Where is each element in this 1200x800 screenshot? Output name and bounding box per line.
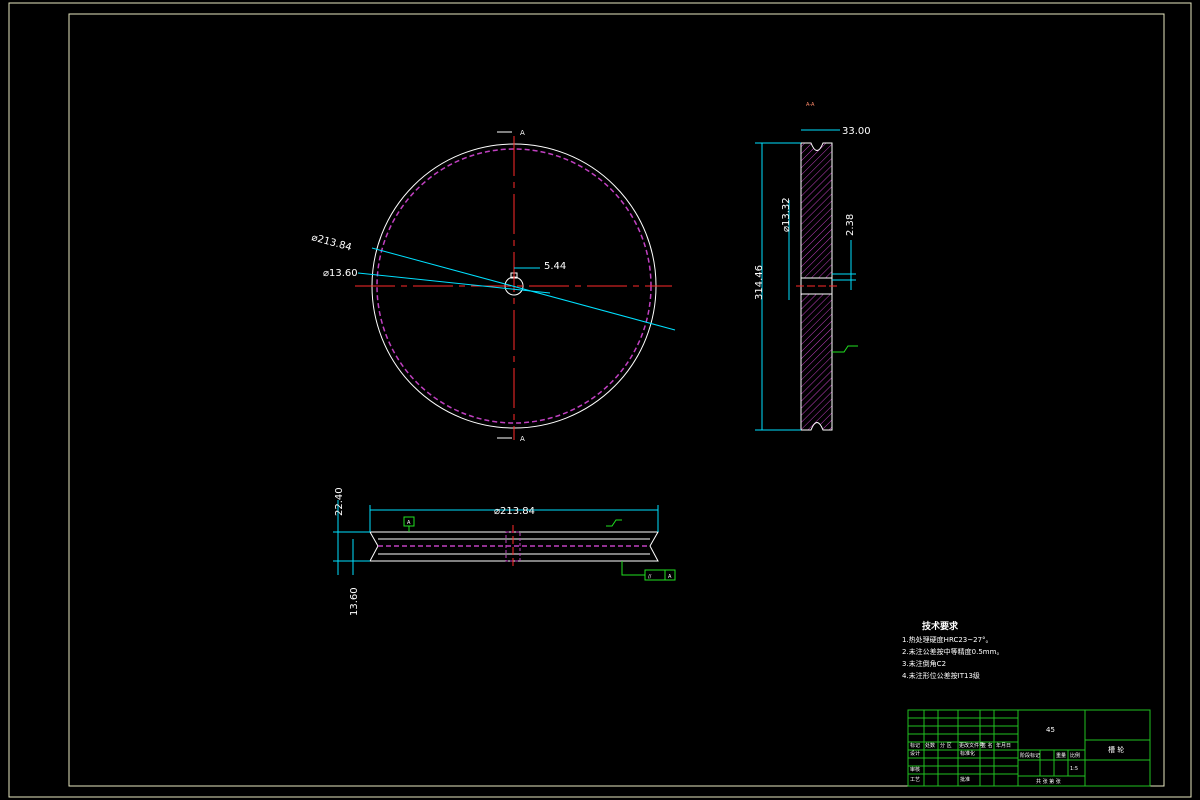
top-diameter-label: ⌀213.84 bbox=[494, 506, 535, 517]
top-total-height-label: 22.40 bbox=[334, 487, 345, 516]
tb-label-zone: 分 区 bbox=[940, 742, 952, 749]
section-view: A-A 33.00 314.46 ⌀13.32 2.38 bbox=[754, 102, 871, 431]
note-line-1: 1.热处理硬度HRC23~27°。 bbox=[902, 635, 993, 644]
width-label: 33.00 bbox=[842, 126, 871, 137]
note-line-2: 2.未注公差按中等精度0.5mm。 bbox=[902, 647, 1003, 656]
bore-diameter-label: ⌀13.60 bbox=[323, 268, 358, 279]
inner-frame bbox=[68, 13, 1165, 787]
height-label: 314.46 bbox=[754, 265, 765, 300]
top-surface-finish bbox=[606, 519, 622, 527]
notes-title: 技术要求 bbox=[922, 620, 959, 632]
key-depth-label: 2.38 bbox=[845, 214, 856, 236]
surface-finish-mark bbox=[832, 345, 858, 353]
tolerance-leader bbox=[621, 561, 645, 576]
tb-label-stage: 阶段标记 bbox=[1020, 752, 1040, 759]
datum-label: A bbox=[407, 520, 411, 526]
tb-label-mark: 标记 bbox=[910, 742, 920, 749]
bore-diameter-leader bbox=[357, 272, 551, 294]
tb-label-weight: 重量 bbox=[1056, 752, 1066, 759]
tb-label-sign: 签 名 bbox=[981, 742, 993, 749]
section-bore bbox=[800, 277, 833, 295]
title-block: 标记 处数 分 区 更改文件号 签 名 年月日 设计 标准化 审核 工艺 批准 … bbox=[907, 709, 1151, 787]
key-width-label: 5.44 bbox=[544, 261, 566, 272]
tb-label-review: 审核 bbox=[910, 766, 920, 773]
outer-frame bbox=[8, 2, 1192, 798]
top-bore-height-label: 13.60 bbox=[349, 587, 360, 616]
tb-label-date: 年月日 bbox=[996, 742, 1011, 749]
tb-label-process: 工艺 bbox=[910, 777, 920, 783]
tb-label-ratio: 比例 bbox=[1070, 752, 1080, 759]
outer-diameter-label: ⌀213.84 bbox=[310, 232, 352, 253]
note-line-4: 4.未注形位公差按IT13级 bbox=[902, 671, 980, 680]
tb-material: 45 bbox=[1046, 726, 1055, 734]
tb-label-design: 设计 bbox=[910, 750, 920, 757]
tb-label-standard: 标准化 bbox=[960, 750, 975, 757]
outer-diameter-leader bbox=[371, 247, 676, 331]
section-title: A-A bbox=[806, 102, 815, 108]
section-upper-body bbox=[800, 142, 833, 279]
tb-label-approve: 批准 bbox=[960, 776, 970, 783]
tolerance-datum: A bbox=[668, 574, 672, 580]
cad-drawing: A A ⌀213.84 ⌀13.60 5.44 A-A 33.00 314.46… bbox=[8, 2, 1192, 798]
tb-part-name: 槽 轮 bbox=[1108, 745, 1124, 754]
tb-label-count: 处数 bbox=[925, 742, 935, 749]
bore-label: ⌀13.32 bbox=[781, 197, 792, 232]
tb-sheet-label: 共 张 第 张 bbox=[1036, 778, 1061, 785]
section-label-top: A bbox=[520, 129, 525, 137]
section-lower-body bbox=[800, 293, 833, 431]
top-view: ⌀213.84 22.40 13.60 A // A bbox=[333, 487, 676, 616]
section-label-bottom: A bbox=[520, 435, 525, 443]
tb-scale-value: 1:5 bbox=[1070, 766, 1078, 772]
front-view: A A ⌀213.84 ⌀13.60 5.44 bbox=[310, 129, 676, 443]
note-line-3: 3.未注倒角C2 bbox=[902, 659, 946, 668]
technical-notes: 技术要求 1.热处理硬度HRC23~27°。 2.未注公差按中等精度0.5mm。… bbox=[902, 620, 1003, 680]
tolerance-symbol: // bbox=[648, 574, 652, 580]
